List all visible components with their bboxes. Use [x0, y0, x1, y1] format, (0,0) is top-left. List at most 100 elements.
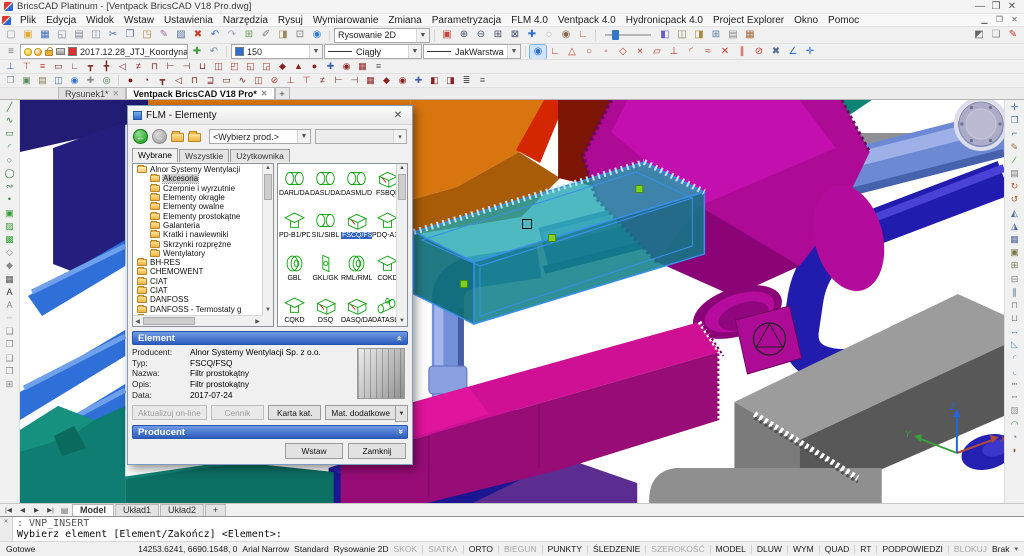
vp-duct-branch-icon[interactable]: ⊣: [179, 61, 194, 73]
snap-endpoint-icon[interactable]: ∟: [547, 45, 563, 59]
zoom-window-icon[interactable]: ⊞: [490, 28, 506, 42]
command-panel[interactable]: ✕ : VNP_INSERT Wybierz element [Element/…: [0, 516, 1024, 541]
tree-item-ciat[interactable]: CIAT: [133, 286, 262, 295]
chevron-down-icon[interactable]: ▼: [309, 45, 322, 58]
vp2-round-elbow-icon[interactable]: ◔: [139, 75, 154, 87]
element-item-cokd[interactable]: COKD: [372, 252, 396, 294]
scroll-left-icon[interactable]: ◀: [133, 318, 142, 325]
menu-pomoc[interactable]: Pomoc: [823, 15, 864, 26]
snap-apparent-icon[interactable]: ✕: [717, 45, 733, 59]
render-icon[interactable]: ◧: [657, 28, 673, 42]
expand-icon[interactable]: «: [395, 430, 405, 434]
snap-tracking-icon[interactable]: ◉: [530, 45, 546, 59]
materials-icon[interactable]: ◨: [691, 28, 707, 42]
scroll-right-icon[interactable]: ▶: [253, 318, 262, 325]
rotate-3d-icon[interactable]: ↺: [1007, 193, 1023, 206]
tree-item-danfoss-termostaty-g[interactable]: DANFOSS - Termostaty g: [133, 304, 262, 313]
tree-item-ciat[interactable]: CIAT: [133, 277, 262, 286]
layer-combo[interactable]: 2017.12.28_JTJ_Koordynacja ▼: [20, 44, 188, 59]
draw-boundary-icon[interactable]: ◇: [2, 246, 18, 259]
image-attach-icon[interactable]: ▤: [1007, 167, 1023, 180]
fillet-icon[interactable]: ◜: [1007, 352, 1023, 365]
aktualizuj-on-line-button[interactable]: Aktualizuj on-line: [132, 405, 207, 420]
scroll-up-icon[interactable]: ▲: [399, 164, 405, 173]
vp2-list-icon[interactable]: ≡: [475, 75, 490, 87]
chevron-down-icon[interactable]: ▼: [507, 45, 520, 58]
hatch-edit-icon[interactable]: ▨: [1007, 404, 1023, 417]
producer-combo[interactable]: <Wybierz prod.> ▼: [209, 129, 311, 144]
layout-tab-model[interactable]: Model: [72, 504, 114, 516]
vp-duct-takeoff-icon[interactable]: ⊢: [163, 61, 178, 73]
vp-duct-elbow-icon[interactable]: ∟: [67, 61, 82, 73]
undo-icon[interactable]: ↶: [207, 28, 223, 42]
vp2-round-tee-icon[interactable]: ┳: [155, 75, 170, 87]
snap-nearest-icon[interactable]: ≈: [700, 45, 716, 59]
vp-fitting-3-icon[interactable]: ◱: [243, 61, 258, 73]
brush-icon[interactable]: ✎: [1007, 141, 1023, 154]
print-preview-icon[interactable]: ◱: [54, 28, 70, 42]
vp-accessory-2-icon[interactable]: ▲: [291, 61, 306, 73]
set-bylayer-icon[interactable]: ⊟: [1007, 272, 1023, 285]
folder-icon[interactable]: [188, 133, 201, 142]
toggle-punkty[interactable]: PUNKTY: [548, 544, 582, 554]
element-item-pd-b1-pd[interactable]: PD-B1/PD-...: [279, 209, 310, 251]
copy-entities-icon[interactable]: ❐: [1007, 114, 1023, 127]
vp-fitting-2-icon[interactable]: ◰: [227, 61, 242, 73]
minimize-icon[interactable]: —: [972, 0, 988, 14]
xref-attach-icon[interactable]: ⊞: [2, 378, 18, 391]
mdi-minimize-icon[interactable]: ▁: [977, 13, 992, 27]
3d-pipe-icon[interactable]: ⌐: [1007, 127, 1023, 140]
scroll-down-icon[interactable]: ▼: [265, 306, 271, 315]
secondary-combo[interactable]: ▾: [315, 129, 407, 144]
scroll-down-icon[interactable]: ▼: [399, 317, 405, 326]
zoom-extents-icon[interactable]: ⊠: [507, 28, 523, 42]
element-item-pdq-a1-p[interactable]: PDQ-A1/P...: [372, 209, 396, 251]
tree-item-skrzynki-rozprężne[interactable]: Skrzynki rozprężne: [133, 239, 262, 248]
vp2-round-cap-icon[interactable]: ⊓: [187, 75, 202, 87]
snap-clear-icon[interactable]: ✖: [768, 45, 784, 59]
draw-ellipse-icon[interactable]: ◯: [2, 167, 18, 180]
flm-open-icon[interactable]: ❒: [3, 75, 18, 87]
taper-icon[interactable]: ◺: [1007, 338, 1023, 351]
app-menu-icon[interactable]: [2, 16, 11, 25]
vp2-silencer-icon[interactable]: ◫: [251, 75, 266, 87]
lineweight-combo[interactable]: JakWarstwa ▼: [423, 44, 521, 59]
tab-wybrane[interactable]: Wybrane: [132, 148, 178, 162]
layer-previous-icon[interactable]: ↶: [206, 45, 222, 59]
add-layout-button[interactable]: +: [205, 504, 226, 516]
back-button[interactable]: ←: [133, 129, 148, 144]
measure-icon[interactable]: ┅: [1007, 378, 1023, 391]
vp2-round-reducer-icon[interactable]: ◁: [171, 75, 186, 87]
new-tab-button[interactable]: +: [275, 87, 290, 99]
chevron-down-icon[interactable]: ▼: [395, 405, 408, 422]
layer-states-icon[interactable]: ≡: [3, 45, 19, 59]
draw-point-icon[interactable]: •: [2, 193, 18, 206]
pan-icon[interactable]: ✚: [524, 28, 540, 42]
layer-on-icon[interactable]: [24, 48, 32, 56]
snap-intersection-icon[interactable]: ×: [632, 45, 648, 59]
snap-parallel-icon[interactable]: ∥: [734, 45, 750, 59]
help-icon[interactable]: ◉: [309, 28, 325, 42]
element-item-rml-rml[interactable]: RML/RML...: [341, 252, 372, 294]
vp2-fit-a-icon[interactable]: ≠: [315, 75, 330, 87]
torus-icon[interactable]: ◗: [1007, 444, 1023, 457]
block-define-icon[interactable]: ▣: [1007, 246, 1023, 259]
vp-duct-tee-icon[interactable]: ┳: [83, 61, 98, 73]
snap-quadrant-icon[interactable]: ◇: [615, 45, 631, 59]
close-icon[interactable]: ✕: [4, 517, 8, 525]
etransmit-icon[interactable]: ◨: [275, 28, 291, 42]
mdi-restore-icon[interactable]: ❐: [992, 13, 1007, 27]
status-workspace[interactable]: Rysowanie 2D: [334, 544, 389, 554]
vp2-flex-icon[interactable]: ∿: [235, 75, 250, 87]
status-coordinates[interactable]: 14253.6241, 6690.1548, 0: [138, 544, 237, 554]
ucs-icon-toggle-icon[interactable]: ∟: [575, 28, 591, 42]
mirror-icon[interactable]: ◭: [1007, 207, 1023, 220]
slider-thumb[interactable]: [612, 30, 619, 40]
viewports-icon[interactable]: ⊞: [708, 28, 724, 42]
block-insert-icon[interactable]: ❐: [2, 338, 18, 351]
chevron-down-icon[interactable]: ▼: [416, 29, 429, 42]
element-section-header[interactable]: Element «: [132, 331, 408, 345]
cut-icon[interactable]: ✂: [105, 28, 121, 42]
layout-list-icon[interactable]: ▤: [58, 506, 71, 515]
menu-narzędzia[interactable]: Narzędzia: [218, 15, 273, 26]
